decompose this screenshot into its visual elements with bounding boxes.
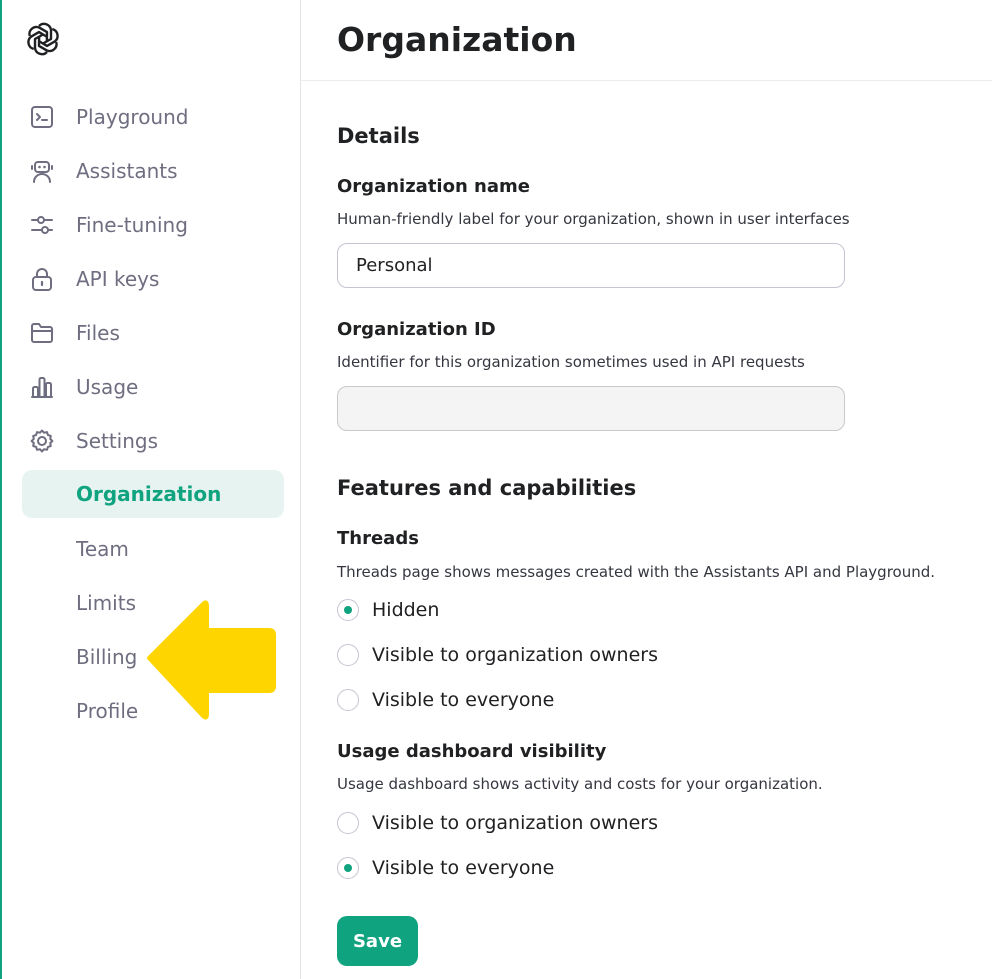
sidebar-item-team[interactable]: Team	[22, 525, 284, 573]
sidebar-item-fine-tuning[interactable]: Fine-tuning	[22, 201, 284, 249]
sidebar-item-playground[interactable]: Playground	[22, 93, 284, 141]
radio-button[interactable]	[337, 689, 359, 711]
sidebar-item-api-keys[interactable]: API keys	[22, 255, 284, 303]
usage-visibility-label: Usage dashboard visibility	[337, 741, 607, 762]
threads-label: Threads	[337, 528, 419, 549]
radio-button[interactable]	[337, 599, 359, 621]
usage-visibility-description: Usage dashboard shows activity and costs…	[337, 775, 823, 793]
openai-logo-icon[interactable]	[24, 20, 62, 58]
sidebar-item-label: Settings	[76, 429, 159, 453]
radio-label: Visible to everyone	[372, 857, 555, 879]
usage-radio-owners[interactable]: Visible to organization owners	[337, 810, 658, 836]
threads-radio-hidden[interactable]: Hidden	[337, 597, 439, 623]
save-button[interactable]: Save	[337, 916, 418, 966]
org-id-label: Organization ID	[337, 319, 496, 340]
robot-icon	[31, 161, 53, 183]
org-name-input[interactable]	[337, 243, 845, 288]
gear-icon	[30, 429, 54, 453]
radio-button[interactable]	[337, 857, 359, 879]
sidebar-item-settings[interactable]: Settings	[22, 417, 284, 465]
terminal-icon	[31, 106, 53, 128]
page-title: Organization	[337, 20, 577, 59]
sidebar-item-label: Limits	[76, 591, 136, 615]
threads-radio-owners[interactable]: Visible to organization owners	[337, 642, 658, 668]
radio-button[interactable]	[337, 812, 359, 834]
main-content: Organization Details Organization name H…	[301, 0, 992, 979]
section-heading-details: Details	[337, 124, 420, 148]
sidebar-item-label: Files	[76, 321, 120, 345]
section-heading-features: Features and capabilities	[337, 476, 637, 500]
sidebar-item-label: Billing	[76, 645, 138, 669]
header-divider	[301, 80, 992, 81]
org-name-description: Human-friendly label for your organizati…	[337, 210, 850, 228]
sliders-icon	[31, 216, 53, 234]
org-id-description: Identifier for this organization sometim…	[337, 353, 805, 371]
sidebar-item-usage[interactable]: Usage	[22, 363, 284, 411]
bar-chart-icon	[31, 377, 53, 398]
sidebar-item-label: Assistants	[76, 159, 178, 183]
sidebar-item-organization[interactable]: Organization	[22, 470, 284, 518]
sidebar-item-label: Organization	[76, 482, 222, 506]
radio-button[interactable]	[337, 644, 359, 666]
sidebar-item-label: Usage	[76, 375, 139, 399]
radio-label: Visible to organization owners	[372, 644, 659, 666]
threads-description: Threads page shows messages created with…	[337, 563, 936, 581]
sidebar-item-assistants[interactable]: Assistants	[22, 147, 284, 195]
sidebar-item-files[interactable]: Files	[22, 309, 284, 357]
folder-icon	[31, 323, 53, 343]
sidebar-item-label: Profile	[76, 699, 139, 723]
org-id-field[interactable]	[337, 386, 845, 431]
pointer-arrow-icon	[147, 600, 276, 720]
usage-radio-everyone[interactable]: Visible to everyone	[337, 855, 554, 881]
sidebar-item-label: Fine-tuning	[76, 213, 188, 237]
radio-label: Visible to organization owners	[372, 812, 659, 834]
lock-icon	[32, 268, 52, 291]
threads-radio-everyone[interactable]: Visible to everyone	[337, 687, 554, 713]
sidebar-item-label: API keys	[76, 267, 160, 291]
sidebar-item-label: Team	[76, 537, 129, 561]
radio-label: Hidden	[372, 599, 440, 621]
radio-label: Visible to everyone	[372, 689, 555, 711]
sidebar-item-label: Playground	[76, 105, 189, 129]
org-name-label: Organization name	[337, 176, 530, 197]
sidebar: Playground Assistants Fine-tuning API ke…	[2, 0, 301, 979]
